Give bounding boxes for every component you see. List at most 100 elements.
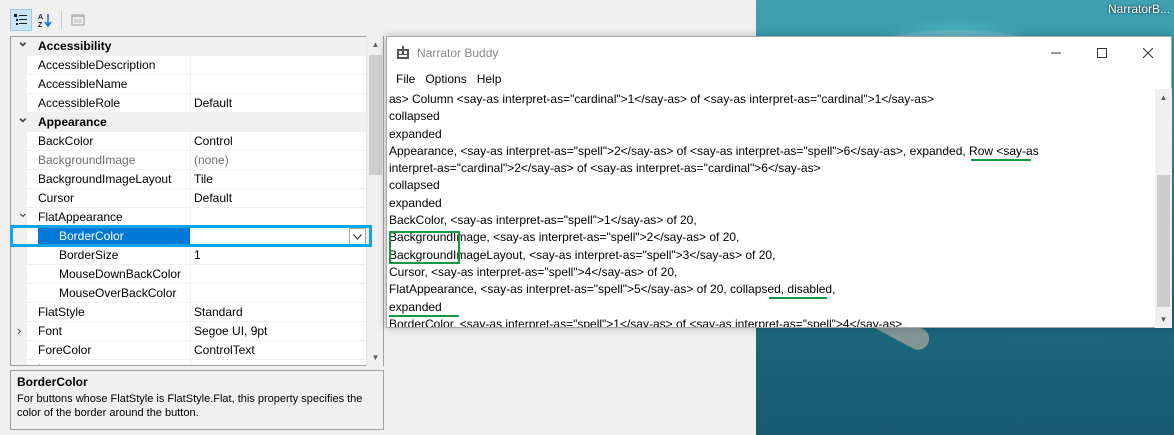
minimize-button[interactable]	[1033, 37, 1079, 69]
column-divider	[190, 170, 191, 189]
categorized-button[interactable]	[10, 9, 32, 31]
minimize-icon	[1051, 52, 1061, 54]
property-row[interactable]: ⌄ FlatAppearance	[11, 204, 368, 227]
property-name: MouseDownBackColor	[59, 267, 182, 281]
column-divider	[190, 208, 191, 227]
property-name: FlatStyle	[38, 305, 85, 319]
window-title: Narrator Buddy	[417, 46, 499, 60]
property-row[interactable]: BorderSize 1	[11, 246, 368, 265]
property-value[interactable]: (none)	[194, 151, 368, 170]
column-divider	[190, 151, 191, 170]
scroll-up-arrow-icon[interactable]: ▲	[1155, 89, 1172, 106]
close-button[interactable]	[1125, 37, 1171, 69]
property-value[interactable]	[194, 208, 368, 227]
property-row[interactable]: › Font Segoe UI, 9pt	[11, 322, 368, 341]
property-row[interactable]: FlatStyle Standard	[11, 303, 368, 322]
property-row[interactable]: BackgroundImageLayout Tile	[11, 170, 368, 189]
property-grid-toolbar: A Z	[10, 8, 89, 32]
svg-text:A: A	[38, 14, 43, 21]
menu-file[interactable]: File	[391, 72, 420, 86]
property-category[interactable]: ⌄ Appearance	[11, 109, 368, 132]
property-name: BorderColor	[59, 229, 124, 243]
row-margin	[11, 170, 27, 189]
collapse-chevron-icon[interactable]: ⌄	[17, 203, 29, 221]
property-row[interactable]: AccessibleName	[11, 75, 368, 94]
property-row[interactable]: ForeColor ControlText	[11, 341, 368, 360]
property-row[interactable]: Cursor Default	[11, 189, 368, 208]
property-name: Accessibility	[38, 39, 112, 53]
svg-text:Z: Z	[38, 22, 43, 28]
alphabetical-button[interactable]: A Z	[34, 9, 56, 31]
narrator-line: Cursor, <say-as interpret-as="spell">4</…	[389, 264, 678, 279]
property-pages-button[interactable]	[67, 9, 89, 31]
property-row[interactable]: MouseOverBackColor	[11, 284, 368, 303]
title-bar[interactable]: Narrator Buddy	[387, 37, 1171, 69]
property-value[interactable]: Control	[194, 132, 368, 151]
column-divider	[190, 94, 191, 113]
menu-help[interactable]: Help	[472, 72, 507, 86]
property-name: MouseOverBackColor	[59, 286, 177, 300]
column-divider	[190, 227, 191, 246]
property-grid-scrollbar[interactable]: ▲ ▼	[366, 36, 383, 366]
collapse-chevron-icon[interactable]: ⌄	[17, 37, 29, 50]
chevron-down-icon	[353, 233, 362, 240]
property-value[interactable]: ControlText	[194, 341, 368, 360]
scroll-down-arrow-icon[interactable]: ▼	[367, 349, 384, 366]
app-icon	[397, 46, 409, 59]
property-name: AccessibleRole	[38, 96, 121, 110]
desktop-window-title[interactable]: NarratorB...	[1108, 2, 1170, 16]
narrator-line: BackgroundImage, <say-as interpret-as="s…	[389, 230, 740, 245]
maximize-icon	[1097, 48, 1107, 58]
property-value[interactable]: 1	[194, 246, 368, 265]
narrator-line: BackgroundImageLayout, <say-as interpret…	[389, 247, 776, 262]
row-margin	[11, 246, 27, 265]
property-value[interactable]	[194, 265, 368, 284]
narrator-line: as> Column <say-as interpret-as="cardina…	[389, 92, 934, 106]
scroll-thumb[interactable]	[369, 55, 382, 175]
annotation-underline	[389, 315, 459, 317]
row-margin	[11, 56, 27, 75]
maximize-button[interactable]	[1079, 37, 1125, 69]
row-margin	[11, 265, 27, 284]
row-margin	[11, 303, 27, 322]
property-row[interactable]: BackColor Control	[11, 132, 368, 151]
property-value[interactable]: Segoe UI, 9pt	[194, 322, 368, 341]
column-divider	[190, 246, 191, 265]
property-value[interactable]	[194, 75, 368, 94]
property-value[interactable]	[194, 360, 368, 365]
property-value[interactable]	[194, 227, 368, 246]
property-grid[interactable]: ⌄ Accessibility AccessibleDescription Acces…	[10, 36, 384, 366]
property-category[interactable]: ⌄ Accessibility	[11, 37, 368, 56]
narrator-buddy-window: Narrator Buddy File Options Help as> Col…	[386, 36, 1172, 328]
narrator-scrollbar[interactable]: ▲ ▼	[1155, 89, 1172, 328]
property-value[interactable]: Default	[194, 94, 368, 113]
column-divider	[190, 341, 191, 360]
column-divider	[190, 265, 191, 284]
property-value[interactable]: Tile	[194, 170, 368, 189]
narrator-line: interpret-as="cardinal">2</say-as> of <s…	[389, 161, 821, 176]
dropdown-button[interactable]	[349, 228, 366, 245]
property-name: ForeColor	[38, 343, 92, 357]
property-pages-icon	[71, 14, 85, 26]
narrator-output-text[interactable]: as> Column <say-as interpret-as="cardina…	[389, 91, 1155, 327]
scroll-down-arrow-icon[interactable]: ▼	[1155, 311, 1172, 328]
menu-options[interactable]: Options	[420, 72, 471, 86]
property-row[interactable]: BackgroundImage (none)	[11, 151, 368, 170]
property-value[interactable]: Default	[194, 189, 368, 208]
property-row[interactable]: AccessibleRole Default	[11, 94, 368, 113]
collapse-chevron-icon[interactable]: ⌄	[17, 108, 29, 126]
property-value[interactable]	[194, 56, 368, 75]
property-row[interactable]: AccessibleDescription	[11, 56, 368, 75]
property-name: AccessibleName	[38, 77, 128, 91]
scroll-up-arrow-icon[interactable]: ▲	[367, 36, 384, 53]
scroll-thumb[interactable]	[1157, 175, 1170, 307]
expand-chevron-icon[interactable]: ›	[17, 322, 21, 340]
property-row[interactable]: Image	[11, 360, 368, 365]
property-row[interactable]: MouseDownBackColor	[11, 265, 368, 284]
property-value[interactable]: Standard	[194, 303, 368, 322]
categorized-icon	[14, 14, 27, 25]
property-value[interactable]	[194, 284, 368, 303]
property-row[interactable]: BorderColor	[11, 227, 368, 246]
row-margin	[11, 284, 27, 303]
annotation-underline	[769, 297, 827, 299]
